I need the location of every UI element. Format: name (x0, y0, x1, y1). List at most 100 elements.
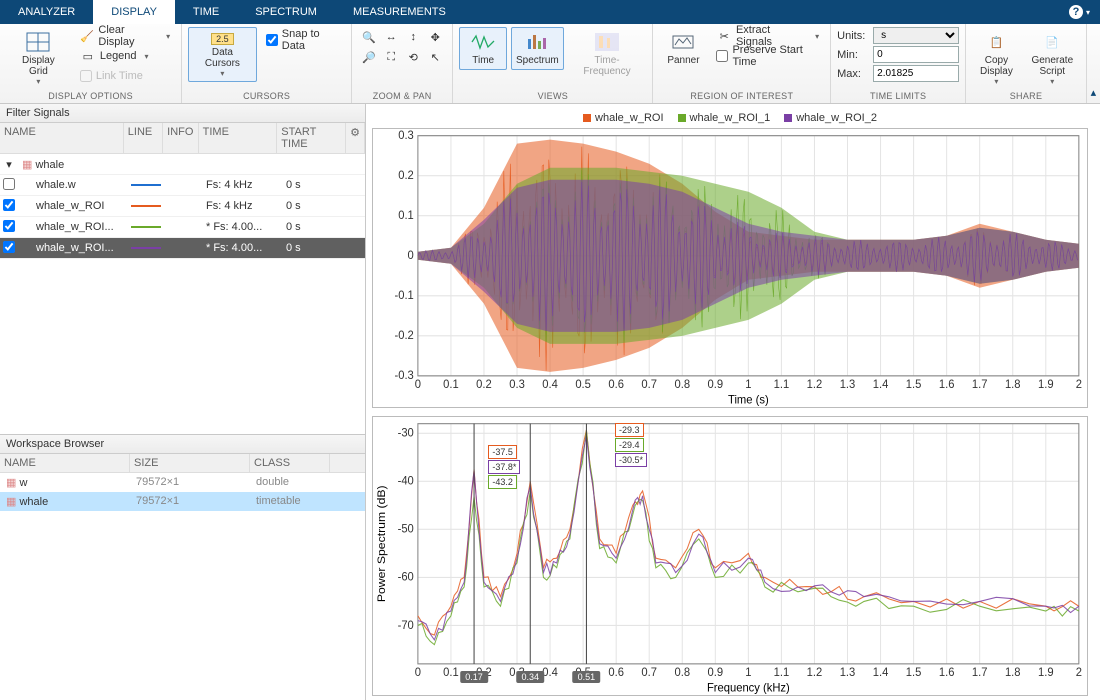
spectrum-view-button[interactable]: Spectrum (511, 27, 563, 70)
svg-text:0: 0 (415, 666, 422, 680)
link-time-toggle[interactable]: Link Time (75, 67, 175, 85)
preserve-label: Preserve Start Time (732, 44, 819, 68)
clear-display-button[interactable]: 🧹Clear Display▾ (75, 27, 175, 45)
legend-icon: ▭ (80, 49, 96, 63)
svg-text:Power Spectrum (dB): Power Spectrum (dB) (376, 485, 388, 602)
svg-text:0.1: 0.1 (398, 209, 414, 223)
svg-text:0.8: 0.8 (674, 378, 690, 392)
svg-text:0.9: 0.9 (708, 378, 724, 392)
time-view-button[interactable]: Time (459, 27, 507, 70)
generate-script-button[interactable]: 📄Generate Script▾ (1025, 27, 1080, 90)
signal-row[interactable]: whale_w_ROI Fs: 4 kHz 0 s (0, 196, 365, 217)
signal-name: whale_w_ROI (18, 200, 126, 212)
signal-checkbox[interactable] (3, 199, 15, 211)
pointer-icon[interactable]: ↖ (424, 47, 446, 67)
signal-name: whale_w_ROI... (18, 242, 126, 254)
collapse-ribbon-button[interactable]: ▴ (1087, 24, 1100, 103)
data-cursors-button[interactable]: 2.5 Data Cursors ▾ (188, 27, 257, 82)
ws-col[interactable]: NAME (0, 454, 130, 472)
pan-icon[interactable]: ✥ (424, 27, 446, 47)
plot-area: whale_w_ROIwhale_w_ROI_1whale_w_ROI_2 00… (366, 104, 1100, 700)
preserve-start-toggle[interactable]: Preserve Start Time (711, 47, 824, 65)
extract-signals-button[interactable]: ✂Extract Signals▾ (711, 27, 824, 45)
col-gear-icon[interactable]: ⚙ (346, 123, 365, 153)
content-area: Filter Signals NAMELINEINFOTIMESTART TIM… (0, 104, 1100, 700)
tree-root[interactable]: ▾▦ whale (0, 154, 365, 175)
snap-checkbox[interactable] (266, 34, 278, 46)
signal-row[interactable]: whale_w_ROI... * Fs: 4.00... 0 s (0, 238, 365, 259)
ws-col[interactable]: CLASS (250, 454, 330, 472)
svg-text:0.3: 0.3 (509, 378, 525, 392)
tab-measurements[interactable]: MEASUREMENTS (335, 0, 464, 24)
min-label: Min: (837, 49, 871, 61)
svg-text:1: 1 (745, 378, 751, 392)
cursor-x-label: 0.34 (516, 671, 544, 683)
group-roi: Panner ✂Extract Signals▾ Preserve Start … (653, 24, 831, 103)
col-name[interactable]: NAME (0, 123, 124, 153)
tab-analyzer[interactable]: ANALYZER (0, 0, 93, 24)
workspace-row[interactable]: ▦ whale79572×1timetable (0, 492, 365, 511)
help-button[interactable]: ?▾ (1059, 5, 1100, 19)
col-time[interactable]: TIME (199, 123, 278, 153)
min-input[interactable] (873, 46, 959, 63)
workspace-row[interactable]: ▦ w79572×1double (0, 473, 365, 492)
link-time-label: Link Time (96, 70, 143, 82)
svg-text:-0.3: -0.3 (394, 369, 413, 383)
ws-size: 79572×1 (136, 495, 256, 508)
panner-label: Panner (667, 55, 699, 66)
signal-checkbox[interactable] (3, 241, 15, 253)
preserve-checkbox[interactable] (716, 50, 728, 62)
signal-checkbox[interactable] (3, 178, 15, 190)
col-start time[interactable]: START TIME (277, 123, 346, 153)
snap-to-data-toggle[interactable]: Snap to Data (261, 31, 345, 49)
panner-button[interactable]: Panner (659, 27, 707, 70)
tab-display[interactable]: DISPLAY (93, 0, 175, 24)
spectrum-chart[interactable]: 00.10.20.30.40.50.60.70.80.911.11.21.31.… (372, 416, 1088, 696)
svg-text:0.2: 0.2 (476, 378, 492, 392)
copy-display-button[interactable]: 📋Copy Display▾ (972, 27, 1021, 90)
script-icon: 📄 (1039, 31, 1065, 53)
signals-tree[interactable]: ▾▦ whale whale.w Fs: 4 kHz 0 s whale_w_R… (0, 154, 365, 434)
time-frequency-button[interactable]: Time-Frequency (568, 27, 647, 81)
ws-size: 79572×1 (136, 476, 256, 489)
clear-icon: 🧹 (80, 29, 95, 43)
time-chart[interactable]: 00.10.20.30.40.50.60.70.80.911.11.21.31.… (372, 128, 1088, 408)
var-icon: ▦ (6, 477, 16, 489)
svg-text:Frequency (kHz): Frequency (kHz) (707, 681, 790, 695)
main-tabbar: ANALYZERDISPLAYTIMESPECTRUMMEASUREMENTS?… (0, 0, 1100, 24)
line-swatch (131, 205, 161, 207)
ws-col[interactable]: SIZE (130, 454, 250, 472)
tab-spectrum[interactable]: SPECTRUM (237, 0, 335, 24)
svg-text:-70: -70 (398, 618, 415, 632)
signal-row[interactable]: whale.w Fs: 4 kHz 0 s (0, 175, 365, 196)
display-grid-button[interactable]: Display Grid ▾ (6, 27, 71, 90)
legend-label: Legend (100, 50, 137, 62)
svg-text:1.7: 1.7 (972, 378, 988, 392)
legend-button[interactable]: ▭Legend▾ (75, 47, 175, 65)
col-info[interactable]: INFO (163, 123, 198, 153)
ws-name: ▦ w (6, 476, 136, 489)
reset-zoom-icon[interactable]: ⟲ (402, 47, 424, 67)
link-time-checkbox[interactable] (80, 70, 92, 82)
extract-icon: ✂ (716, 29, 732, 43)
legend-item: whale_w_ROI_2 (784, 112, 877, 124)
workspace-rows[interactable]: ▦ w79572×1double▦ whale79572×1timetable (0, 473, 365, 511)
group-label: VIEWS (459, 90, 646, 103)
svg-text:2: 2 (1076, 666, 1082, 680)
col-line[interactable]: LINE (124, 123, 163, 153)
svg-text:1.8: 1.8 (1005, 666, 1021, 680)
zoom-x-icon[interactable]: ↔ (380, 27, 402, 47)
signal-row[interactable]: whale_w_ROI... * Fs: 4.00... 0 s (0, 217, 365, 238)
zoom-y-icon[interactable]: ↕ (402, 27, 424, 47)
signal-time: Fs: 4 kHz (202, 179, 282, 191)
max-input[interactable] (873, 65, 959, 82)
signal-start: 0 s (282, 200, 301, 212)
zoom-out-icon[interactable]: 🔎 (358, 47, 380, 67)
fit-icon[interactable]: ⛶ (380, 47, 402, 67)
tab-time[interactable]: TIME (175, 0, 237, 24)
signal-checkbox[interactable] (3, 220, 15, 232)
zoom-in-icon[interactable]: 🔍 (358, 27, 380, 47)
units-select[interactable]: s (873, 27, 959, 44)
legend-text: whale_w_ROI_2 (796, 112, 877, 124)
cursor-badge: 2.5 (211, 33, 234, 45)
